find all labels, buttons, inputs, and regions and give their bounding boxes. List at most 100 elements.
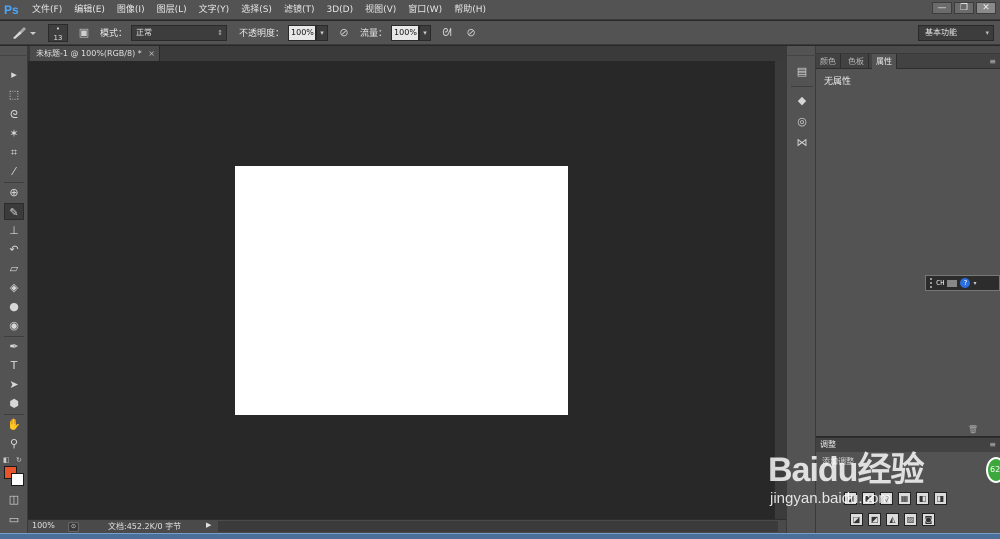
swap-colors-icon[interactable]: ↻ bbox=[16, 456, 22, 464]
workspace-value: 基本功能 bbox=[925, 28, 957, 37]
ime-options-icon[interactable]: ▾ bbox=[973, 280, 976, 287]
tool-preset-picker[interactable] bbox=[6, 23, 40, 43]
close-tab-icon[interactable]: × bbox=[148, 46, 155, 61]
close-button[interactable]: ✕ bbox=[976, 2, 996, 14]
dock-divider bbox=[791, 86, 813, 87]
tab-adjustments[interactable]: 调整 bbox=[820, 438, 836, 452]
mode-select[interactable]: 正常 ⇕ bbox=[131, 24, 228, 41]
magic-wand-tool-icon[interactable]: ✶ bbox=[4, 125, 24, 142]
dodge-tool-icon[interactable]: ◉ bbox=[4, 317, 24, 334]
menu-select[interactable]: 选择(S) bbox=[235, 0, 278, 20]
status-bar: 100% ⊙ 文档:452.2K/0 字节 ▶ bbox=[28, 519, 786, 533]
brush-size-picker[interactable]: • 13 bbox=[48, 23, 68, 42]
eraser-tool-icon[interactable]: ▱ bbox=[4, 260, 24, 277]
selective-color-icon[interactable]: ◙ bbox=[922, 513, 935, 526]
paint-bucket-tool-icon[interactable]: ◈ bbox=[4, 279, 24, 296]
flow-dropdown-icon[interactable]: ▾ bbox=[419, 24, 432, 41]
minimize-button[interactable]: — bbox=[932, 2, 952, 14]
chevron-down-icon: ▾ bbox=[985, 29, 989, 37]
menu-window[interactable]: 窗口(W) bbox=[402, 0, 448, 20]
pressure-size-icon[interactable]: ⊘ bbox=[463, 25, 479, 41]
tab-properties[interactable]: 属性 bbox=[872, 54, 897, 69]
exposure-icon[interactable]: ◩ bbox=[862, 492, 875, 505]
tool-divider bbox=[4, 414, 24, 415]
healing-brush-tool-icon[interactable]: ⊕ bbox=[4, 184, 24, 201]
hand-tool-icon[interactable]: ✋ bbox=[4, 416, 24, 433]
paths-icon[interactable]: ⋈ bbox=[793, 135, 811, 151]
opacity-dropdown-icon[interactable]: ▾ bbox=[316, 24, 329, 41]
marquee-tool-icon[interactable]: ⬚ bbox=[4, 86, 24, 103]
menu-view[interactable]: 视图(V) bbox=[359, 0, 402, 20]
eyedropper-tool-icon[interactable]: ⁄ bbox=[4, 163, 24, 180]
brush-presets-icon[interactable]: ▤ bbox=[793, 64, 811, 80]
history-brush-tool-icon[interactable]: ↶ bbox=[4, 241, 24, 258]
blur-tool-icon[interactable]: ● bbox=[4, 298, 24, 315]
zoom-level[interactable]: 100% bbox=[32, 521, 55, 530]
brush-panel-toggle-icon[interactable]: ▣ bbox=[76, 25, 92, 41]
tab-color[interactable]: 颜色 bbox=[816, 54, 841, 69]
gradient-map-icon[interactable]: ▨ bbox=[904, 513, 917, 526]
hue-icon[interactable]: ▦ bbox=[898, 492, 911, 505]
tools-panel: ▸ ⬚ ᘓ ✶ ⌗ ⁄ ⊕ ✎ ⊥ ↶ ▱ ◈ ● ◉ ✒ T ➤ ⬢ ✋ ⚲ … bbox=[0, 46, 28, 539]
ime-grip-icon[interactable] bbox=[930, 278, 933, 288]
vertical-scrollbar[interactable] bbox=[774, 61, 786, 519]
trash-icon[interactable]: 🗑 bbox=[968, 425, 978, 434]
background-color-swatch[interactable] bbox=[11, 473, 24, 486]
help-icon[interactable]: ? bbox=[960, 278, 971, 288]
black-white-icon[interactable]: ◨ bbox=[934, 492, 947, 505]
menu-image[interactable]: 图像(I) bbox=[111, 0, 151, 20]
type-tool-icon[interactable]: T bbox=[4, 357, 24, 374]
restore-button[interactable]: ❐ bbox=[954, 2, 974, 14]
os-taskbar bbox=[0, 533, 1000, 539]
tab-swatches[interactable]: 色板 bbox=[844, 54, 869, 69]
toolbar-grip[interactable] bbox=[0, 46, 28, 56]
curves-icon[interactable]: ◪ bbox=[844, 492, 857, 505]
default-colors-icon[interactable]: ◧ bbox=[3, 456, 10, 464]
horizontal-scrollbar[interactable] bbox=[218, 521, 778, 532]
posterize-icon[interactable]: ◩ bbox=[868, 513, 881, 526]
menu-layer[interactable]: 图层(L) bbox=[151, 0, 193, 20]
lasso-tool-icon[interactable]: ᘓ bbox=[4, 106, 24, 123]
workspace-select[interactable]: 基本功能 ▾ bbox=[918, 25, 994, 41]
menu-file[interactable]: 文件(F) bbox=[26, 0, 68, 20]
opacity-input[interactable]: 100% bbox=[288, 24, 317, 41]
notification-badge[interactable]: 62 bbox=[986, 457, 1000, 483]
menu-help[interactable]: 帮助(H) bbox=[448, 0, 492, 20]
menu-filter[interactable]: 滤镜(T) bbox=[278, 0, 321, 20]
panel-grip[interactable] bbox=[816, 46, 1000, 54]
airbrush-icon[interactable]: ᘛ bbox=[439, 25, 455, 41]
invert-icon[interactable]: ◪ bbox=[850, 513, 863, 526]
document-tab[interactable]: 未标题-1 @ 100%(RGB/8) * × bbox=[30, 46, 160, 61]
pen-tool-icon[interactable]: ✒ bbox=[4, 338, 24, 355]
brush-size-value: 13 bbox=[53, 33, 63, 42]
crop-tool-icon[interactable]: ⌗ bbox=[4, 144, 24, 161]
pressure-opacity-icon[interactable]: ⊘ bbox=[336, 25, 352, 41]
flow-input[interactable]: 100% bbox=[391, 24, 420, 41]
collapsed-panel-dock: ▤ ◆ ◎ ⋈ bbox=[786, 46, 817, 533]
zoom-tool-icon[interactable]: ⚲ bbox=[4, 435, 24, 452]
menu-edit[interactable]: 编辑(E) bbox=[68, 0, 111, 20]
quick-mask-icon[interactable]: ◫ bbox=[4, 491, 24, 508]
menu-3d[interactable]: 3D(D) bbox=[320, 0, 359, 20]
brush-dot-icon: • bbox=[55, 24, 61, 33]
path-selection-tool-icon[interactable]: ➤ bbox=[4, 376, 24, 393]
status-info-icon[interactable]: ⊙ bbox=[68, 522, 79, 532]
channels-icon[interactable]: ◎ bbox=[793, 114, 811, 130]
vibrance-icon[interactable]: ▽ bbox=[880, 492, 893, 505]
keyboard-icon[interactable] bbox=[947, 279, 958, 287]
menu-type[interactable]: 文字(Y) bbox=[193, 0, 236, 20]
clone-stamp-tool-icon[interactable]: ⊥ bbox=[4, 222, 24, 239]
adjustments-menu-icon[interactable]: ≡ bbox=[989, 438, 996, 452]
shape-tool-icon[interactable]: ⬢ bbox=[4, 395, 24, 412]
document-canvas[interactable] bbox=[235, 166, 568, 415]
ime-mode-text[interactable]: CH bbox=[936, 279, 944, 287]
dock-grip[interactable] bbox=[787, 46, 817, 56]
panel-menu-icon[interactable]: ≡ bbox=[989, 54, 996, 69]
screen-mode-icon[interactable]: ▭ bbox=[4, 511, 24, 528]
brush-tool-icon[interactable]: ✎ bbox=[4, 203, 24, 220]
move-tool-icon[interactable]: ▸ bbox=[4, 66, 24, 83]
status-menu-arrow-icon[interactable]: ▶ bbox=[206, 521, 211, 529]
layers-icon[interactable]: ◆ bbox=[793, 93, 811, 109]
color-balance-icon[interactable]: ◧ bbox=[916, 492, 929, 505]
threshold-icon[interactable]: ◭ bbox=[886, 513, 899, 526]
